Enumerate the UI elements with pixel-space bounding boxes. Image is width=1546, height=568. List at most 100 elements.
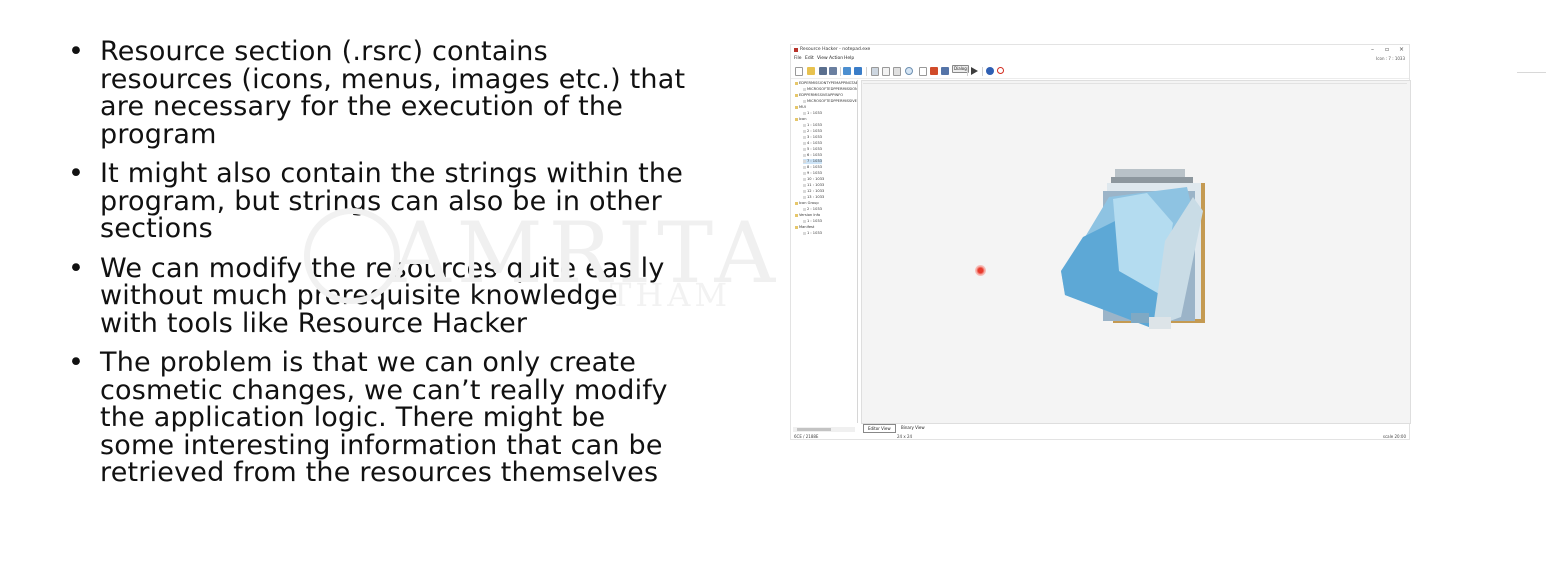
- scrollbar-thumb[interactable]: [797, 428, 831, 431]
- tree-item[interactable]: 3 : 1033: [803, 135, 822, 140]
- resource-icon: [803, 123, 806, 127]
- bullet-text-line: with tools like Resource Hacker: [100, 307, 528, 339]
- resource-icon: [803, 147, 806, 151]
- tab-editor-view[interactable]: Editor View: [863, 424, 896, 433]
- tree-label: 3 : 1033: [807, 135, 822, 139]
- toolbar-separator: [967, 67, 968, 76]
- compile-icon[interactable]: [843, 67, 851, 75]
- image-resource-icon[interactable]: [930, 67, 938, 75]
- close-button[interactable]: ×: [1399, 46, 1404, 53]
- tree-item[interactable]: 9 : 1033: [803, 171, 822, 176]
- bullet-text-line: some interesting information that can be: [100, 429, 663, 461]
- copy-icon[interactable]: [882, 67, 890, 76]
- save-icon[interactable]: [819, 67, 827, 75]
- tree-item[interactable]: 8 : 1033: [803, 165, 822, 170]
- resource-icon: [803, 153, 806, 157]
- tree-folder[interactable]: EDPPERMISSIVEAPPINFO: [795, 93, 843, 98]
- info-icon[interactable]: [986, 67, 994, 75]
- tree-label: 1 : 1033: [807, 111, 822, 115]
- toolbar: Dialog: [791, 64, 1409, 79]
- menu-action[interactable]: Action: [829, 56, 843, 61]
- open-folder-icon[interactable]: [807, 67, 815, 75]
- tree-item[interactable]: 7 : 1033: [803, 159, 822, 164]
- dialog-merge-icon[interactable]: [941, 67, 949, 75]
- resource-tree[interactable]: EDPERMISSIONTYPEMAPPINGTABLE MICROSOFTEDP…: [793, 80, 858, 423]
- slide-edge-line: [1517, 72, 1546, 73]
- tree-item[interactable]: 2 : 1033: [803, 207, 822, 212]
- tree-item[interactable]: 2 : 1033: [803, 129, 822, 134]
- status-scale: scale 20:00: [1382, 434, 1406, 439]
- bullet-list: • Resource section (.rsrc) contains resour…: [66, 38, 736, 499]
- tree-item[interactable]: 1 : 1033: [803, 123, 822, 128]
- tree-item[interactable]: 13 : 1033: [803, 195, 824, 200]
- maximize-button[interactable]: ▫: [1385, 46, 1389, 53]
- bullet-item: • We can modify the resources quite easil…: [66, 252, 736, 339]
- menu-help[interactable]: Help: [844, 56, 854, 61]
- resource-icon: [803, 159, 806, 163]
- editor-divider: [863, 83, 1407, 84]
- tree-item[interactable]: 1 : 1033: [803, 111, 822, 116]
- resource-icon: [803, 171, 806, 175]
- window-title: Resource Hacker - notepad.exe: [800, 47, 871, 52]
- menu-view[interactable]: View: [817, 56, 828, 61]
- add-resource-icon[interactable]: [854, 67, 862, 75]
- paste-icon[interactable]: [893, 67, 901, 76]
- replace-icon[interactable]: [919, 67, 927, 76]
- menu-edit[interactable]: Edit: [805, 56, 814, 61]
- tree-item[interactable]: 1 : 1033: [803, 219, 822, 224]
- menu-bar: File Edit View Action Help: [791, 55, 1409, 62]
- bullet-text-line: program, but strings can also be in othe…: [100, 185, 662, 217]
- bullet-marker: •: [68, 347, 85, 378]
- tree-label: 1 : 1033: [807, 219, 822, 223]
- notepad-icon: [1061, 169, 1205, 329]
- tree-scrollbar[interactable]: [793, 427, 855, 432]
- app-icon: [794, 48, 798, 52]
- tree-item[interactable]: MICROSOFTEDPPERMISSIVEAPPINFO: [803, 99, 857, 104]
- status-offset: 6CE / 2188E: [794, 434, 819, 439]
- resource-icon: [803, 183, 806, 187]
- run-script-icon[interactable]: [971, 67, 978, 75]
- tree-item[interactable]: 10 : 1033: [803, 177, 824, 182]
- bullet-text-line: It might also contain the strings within…: [100, 158, 684, 189]
- bullet-text-line: We can modify the resources quite easily: [100, 252, 665, 284]
- find-icon[interactable]: [905, 67, 913, 75]
- tree-label: 8 : 1033: [807, 165, 822, 169]
- cut-icon[interactable]: [871, 67, 879, 76]
- bullet-text-line: program: [100, 118, 217, 150]
- tree-folder[interactable]: Version Info: [795, 213, 820, 218]
- minimize-button[interactable]: –: [1371, 46, 1374, 53]
- bullet-text-line: Resource section (.rsrc) contains: [100, 36, 548, 67]
- tree-label: 5 : 1033: [807, 147, 822, 151]
- new-file-icon[interactable]: [795, 67, 803, 76]
- tree-label: MUI: [799, 105, 806, 109]
- tree-label: 1 : 1033: [807, 123, 822, 127]
- tree-folder[interactable]: EDPERMISSIONTYPEMAPPINGTABLE: [795, 81, 857, 86]
- resource-icon: [803, 231, 806, 235]
- tree-item[interactable]: MICROSOFTEDPPERMISSIONTYPE: [803, 87, 857, 92]
- resource-hacker-window: Resource Hacker - notepad.exe – ▫ × File…: [790, 44, 1411, 440]
- folder-icon: [795, 81, 798, 85]
- tree-item[interactable]: 12 : 1033: [803, 189, 824, 194]
- save-as-icon[interactable]: [829, 67, 837, 75]
- tree-item[interactable]: 6 : 1033: [803, 153, 822, 158]
- tree-folder[interactable]: Icon: [795, 117, 807, 122]
- folder-icon: [795, 213, 798, 217]
- tree-folder[interactable]: Icon Group: [795, 201, 819, 206]
- bullet-text-line: The problem is that we can only create: [100, 347, 637, 378]
- selected-resource-label: Icon : 7 : 1033: [1376, 56, 1405, 61]
- power-icon[interactable]: [997, 67, 1004, 74]
- tree-label: 6 : 1033: [807, 153, 822, 157]
- tree-item[interactable]: 1 : 1033: [803, 231, 822, 236]
- menu-file[interactable]: File: [794, 56, 802, 61]
- bullet-text-line: are necessary for the execution of the: [100, 91, 624, 122]
- toolbar-separator: [866, 67, 867, 76]
- tree-item[interactable]: 5 : 1033: [803, 147, 822, 152]
- tree-folder[interactable]: Manifest: [795, 225, 814, 230]
- tree-label: 2 : 1033: [807, 129, 822, 133]
- folder-icon: [795, 225, 798, 229]
- tree-label: 11 : 1033: [807, 183, 825, 187]
- tree-item[interactable]: 4 : 1033: [803, 141, 822, 146]
- tree-folder[interactable]: MUI: [795, 105, 806, 110]
- tree-item[interactable]: 11 : 1033: [803, 183, 824, 188]
- tab-binary-view[interactable]: Binary View: [897, 424, 929, 431]
